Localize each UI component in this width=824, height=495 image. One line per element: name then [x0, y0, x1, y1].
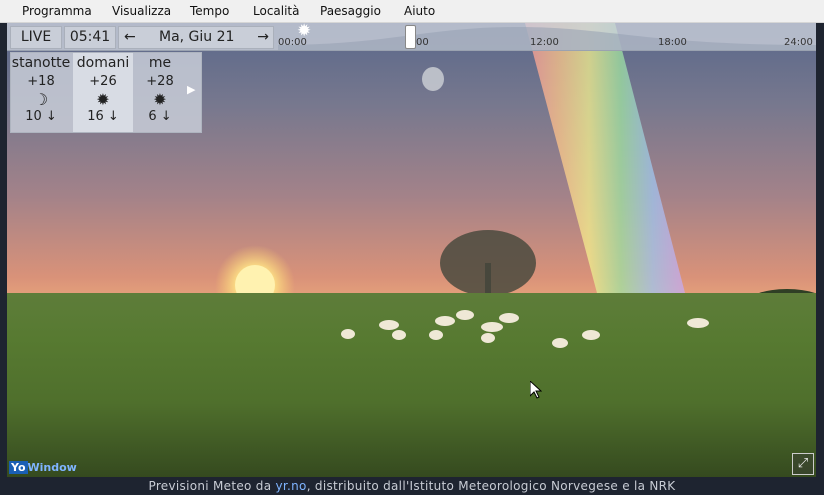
next-arrow-icon[interactable]: ▶ — [187, 83, 195, 96]
forecast-panel: stanotte +18 ☽ 10 ↓ domani +26 ✹ 16 ↓ me… — [10, 52, 202, 133]
timeline-slider-handle[interactable] — [405, 25, 416, 49]
sheep — [429, 330, 443, 340]
status-bar: Previsioni Meteo da yr.no, distribuito d… — [0, 477, 824, 495]
menu-visualizza[interactable]: Visualizza — [112, 4, 171, 18]
menu-localita[interactable]: Località — [253, 4, 300, 18]
sheep — [392, 330, 406, 340]
status-suffix: , distribuito dall'Istituto Meteorologic… — [306, 479, 676, 493]
fullscreen-icon[interactable]: ⤢ — [792, 453, 814, 475]
date-navigator: ← Ma, Giu 21 → — [118, 26, 274, 49]
moon — [422, 67, 444, 91]
forecast-wednesday[interactable]: me +28 ✹ 6 ↓ — [135, 53, 185, 132]
forecast-wind: 6 ↓ — [148, 109, 172, 124]
weather-scene: LIVE 05:41 ← Ma, Giu 21 → 00:00 00 12:00… — [7, 23, 816, 477]
rainbow — [525, 23, 685, 293]
forecast-tomorrow[interactable]: domani +26 ✹ 16 ↓ — [73, 53, 133, 132]
tick-label: 24:00 — [784, 37, 813, 48]
forecast-wind: 16 ↓ — [87, 109, 119, 124]
arrow-left-icon[interactable]: ← — [124, 27, 136, 48]
forecast-wind: 10 ↓ — [25, 109, 57, 124]
wind-arrow-icon: ↓ — [107, 109, 119, 124]
menu-aiuto[interactable]: Aiuto — [404, 4, 435, 18]
yr-link[interactable]: yr.no — [275, 479, 306, 493]
forecast-label: domani — [76, 55, 130, 71]
forecast-tonight[interactable]: stanotte +18 ☽ 10 ↓ — [11, 53, 71, 132]
forecast-temp: +26 — [89, 74, 117, 89]
sheep — [379, 320, 399, 330]
sheep — [582, 330, 600, 340]
menu-programma[interactable]: Programma — [22, 4, 92, 18]
date-label: Ma, Giu 21 — [159, 29, 235, 45]
wind-arrow-icon: ↓ — [45, 109, 57, 124]
sheep — [341, 329, 355, 339]
menu-tempo[interactable]: Tempo — [190, 4, 229, 18]
status-prefix: Previsioni Meteo da — [148, 479, 272, 493]
sheep — [687, 318, 709, 328]
sheep — [552, 338, 568, 348]
tick-label: 00 — [416, 37, 429, 48]
live-button[interactable]: LIVE — [10, 26, 62, 49]
forecast-temp: +18 — [27, 74, 55, 89]
sheep — [499, 313, 519, 323]
timeline-bar: LIVE 05:41 ← Ma, Giu 21 → 00:00 00 12:00… — [7, 23, 816, 51]
sun-icon: ✹ — [153, 90, 167, 109]
tick-label: 18:00 — [658, 37, 687, 48]
sun-icon: ✹ — [297, 23, 312, 41]
menu-paesaggio[interactable]: Paesaggio — [320, 4, 381, 18]
sheep — [435, 316, 455, 326]
arrow-right-icon[interactable]: → — [257, 27, 269, 48]
moon-icon: ☽ — [33, 90, 49, 109]
sheep — [481, 333, 495, 343]
sun-icon: ✹ — [96, 90, 110, 109]
wind-arrow-icon: ↓ — [160, 109, 172, 124]
forecast-temp: +28 — [146, 74, 174, 89]
menu-bar: Programma Visualizza Tempo Località Paes… — [0, 0, 824, 23]
current-time: 05:41 — [64, 26, 116, 49]
sheep — [456, 310, 474, 320]
forecast-label: stanotte — [11, 55, 71, 71]
yowindow-logo[interactable]: Yo Window — [9, 461, 77, 474]
tick-label: 12:00 — [530, 37, 559, 48]
mouse-cursor-icon — [530, 381, 542, 399]
forecast-label: me — [148, 55, 172, 71]
sheep — [481, 322, 503, 332]
